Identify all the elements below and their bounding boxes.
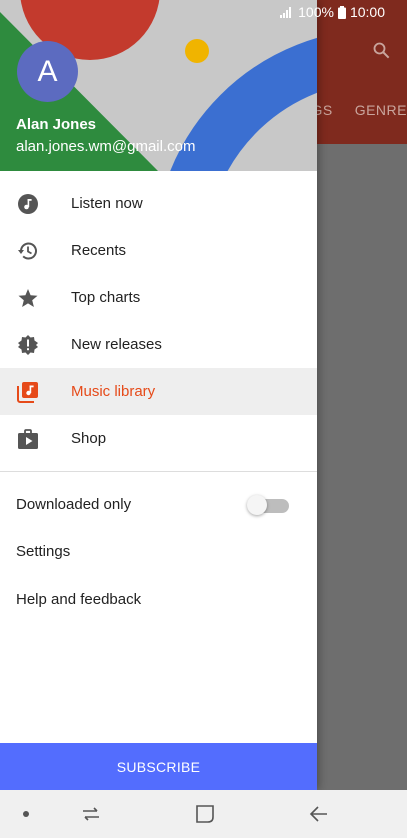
- account-name: Alan Jones: [16, 116, 97, 133]
- menu-item-recents[interactable]: Recents: [0, 227, 317, 274]
- status-bar: 100% 10:00: [0, 0, 407, 24]
- help-feedback-label: Help and feedback: [16, 591, 142, 608]
- shop-icon: [17, 428, 39, 450]
- new-releases-icon: [17, 334, 39, 356]
- home-icon[interactable]: [193, 802, 217, 826]
- menu-item-shop[interactable]: Shop: [0, 415, 317, 462]
- menu-item-label: Music library: [71, 383, 156, 400]
- clock: 10:00: [349, 4, 385, 20]
- divider: [0, 471, 317, 472]
- battery-percent: 100%: [298, 4, 334, 20]
- settings-item[interactable]: Settings: [0, 528, 317, 575]
- dot-icon[interactable]: [14, 802, 38, 826]
- avatar[interactable]: A: [17, 41, 78, 102]
- menu-item-label: Shop: [71, 430, 107, 447]
- navigation-drawer: A Alan Jones alan.jones.wm@gmail.com Lis…: [0, 0, 317, 790]
- recent-apps-icon[interactable]: [79, 802, 103, 826]
- back-icon[interactable]: [307, 802, 331, 826]
- downloaded-only-toggle[interactable]: [247, 494, 290, 516]
- menu-item-listen-now[interactable]: Listen now: [0, 180, 317, 227]
- battery-icon: [337, 5, 346, 19]
- background-tab: GENRE: [354, 102, 407, 118]
- subscribe-button[interactable]: SUBSCRIBE: [0, 743, 317, 790]
- menu-item-label: New releases: [71, 336, 162, 353]
- star-icon: [17, 287, 39, 309]
- library-music-icon: [17, 381, 39, 403]
- menu-item-label: Top charts: [71, 289, 141, 306]
- toggle-thumb: [247, 494, 267, 515]
- menu-item-music-library[interactable]: Music library: [0, 368, 317, 415]
- system-nav-bar: [0, 790, 407, 838]
- history-icon: [17, 240, 39, 262]
- menu-item-new-releases[interactable]: New releases: [0, 321, 317, 368]
- settings-label: Settings: [16, 543, 71, 560]
- downloaded-only-label: Downloaded only: [16, 496, 132, 513]
- music-note-icon: [17, 193, 39, 215]
- background-tabs: GS GENRE: [311, 102, 407, 130]
- drawer-menu: Listen now Recents Top charts New releas…: [0, 180, 317, 462]
- account-email[interactable]: alan.jones.wm@gmail.com: [16, 138, 195, 155]
- menu-item-label: Recents: [71, 242, 127, 259]
- menu-item-top-charts[interactable]: Top charts: [0, 274, 317, 321]
- menu-item-label: Listen now: [71, 195, 143, 212]
- downloaded-only-row[interactable]: Downloaded only: [0, 481, 317, 528]
- search-icon: [373, 42, 390, 59]
- account-header: A Alan Jones alan.jones.wm@gmail.com: [0, 0, 317, 171]
- help-feedback-item[interactable]: Help and feedback: [0, 576, 317, 623]
- signal-icon: [280, 7, 292, 18]
